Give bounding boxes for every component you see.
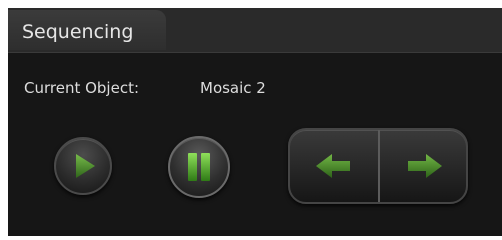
current-object-label: Current Object: xyxy=(24,79,140,97)
current-object-value: Mosaic 2 xyxy=(200,79,266,97)
previous-button[interactable] xyxy=(290,130,378,202)
arrow-left-icon xyxy=(316,154,350,178)
pause-button[interactable] xyxy=(168,136,230,198)
arrow-right-icon xyxy=(408,154,442,178)
next-button[interactable] xyxy=(380,130,468,202)
play-icon xyxy=(76,154,95,178)
panel-title: Sequencing xyxy=(22,21,134,43)
navigation-button-group xyxy=(288,128,468,204)
sequencing-panel: Sequencing Current Object: Mosaic 2 xyxy=(8,8,502,236)
title-tab: Sequencing xyxy=(8,10,166,50)
title-bar: Sequencing xyxy=(8,8,502,53)
play-button[interactable] xyxy=(54,137,112,195)
pause-icon xyxy=(188,153,210,181)
